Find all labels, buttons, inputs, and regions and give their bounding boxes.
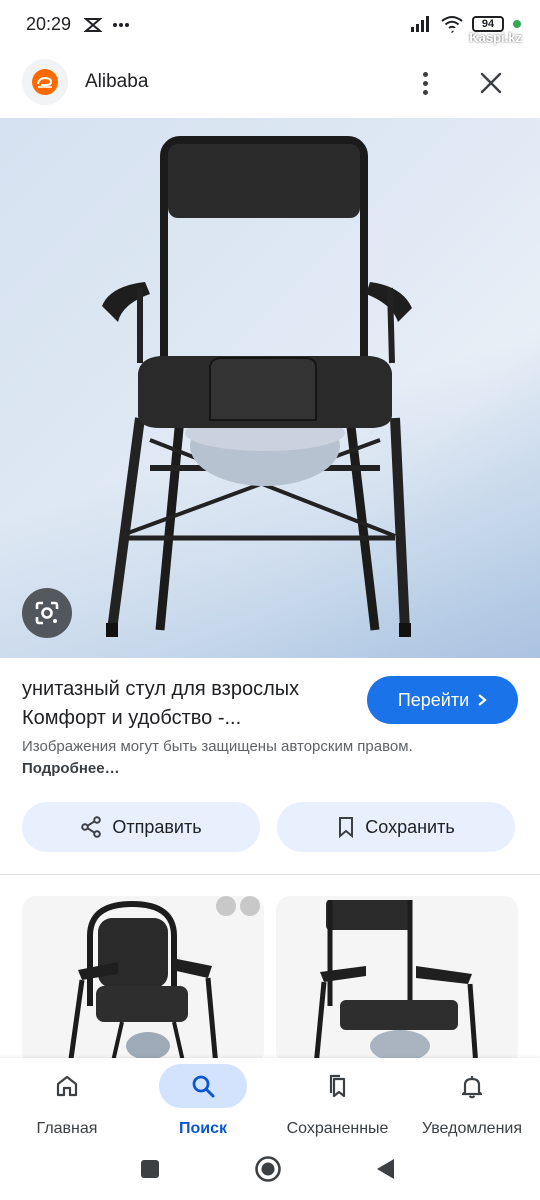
nav-saved-icon-wrap — [294, 1064, 382, 1108]
more-options-button[interactable] — [408, 64, 442, 102]
app-notification-icon — [84, 18, 102, 32]
thumb-badge-icon — [216, 896, 236, 916]
related-image-2[interactable] — [276, 896, 518, 1066]
back-system-button[interactable] — [370, 1154, 400, 1184]
nav-notifications[interactable]: Уведомления — [414, 1058, 530, 1140]
result-title-line-2: Комфорт и удобство -... — [22, 707, 242, 729]
watermark-logo-icon — [447, 28, 466, 46]
more-vert-icon — [422, 71, 428, 77]
alibaba-logo-icon — [32, 69, 58, 95]
bell-icon — [461, 1076, 483, 1099]
share-button[interactable]: Отправить — [22, 802, 260, 852]
status-bar: 20:29 94 Kaspi.kz — [0, 0, 540, 50]
home-icon — [56, 1075, 78, 1097]
home-system-button[interactable] — [253, 1154, 283, 1184]
thumb-info-icon — [240, 896, 260, 916]
nav-notifications-icon-wrap — [428, 1064, 516, 1108]
site-favicon[interactable] — [22, 59, 68, 105]
nav-search[interactable]: Поиск — [158, 1058, 248, 1140]
nav-home-label: Главная — [36, 1120, 98, 1137]
nav-search-icon-wrap — [159, 1064, 247, 1108]
signal-icon — [411, 16, 429, 32]
learn-more-link[interactable]: Подробнее… — [22, 760, 120, 777]
site-name[interactable]: Alibaba — [85, 71, 148, 93]
recent-apps-icon — [141, 1160, 159, 1178]
result-title-line-1: унитазный стул для взрослых — [22, 678, 300, 700]
chevron-right-icon — [478, 694, 487, 706]
status-time: 20:29 — [26, 14, 72, 34]
save-button[interactable]: Сохранить — [277, 802, 515, 852]
commode-chair-image — [102, 136, 412, 637]
copyright-notice: Изображения могут быть защищены авторски… — [22, 736, 422, 780]
thumb-badges — [216, 896, 260, 916]
bookmark-icon — [339, 817, 354, 838]
product-image[interactable] — [0, 118, 540, 658]
google-lens-button[interactable] — [22, 588, 72, 638]
lens-icon — [35, 601, 59, 625]
system-navigation-bar — [0, 1140, 540, 1200]
more-notifications-icon — [113, 23, 129, 27]
related-chair-image-1 — [67, 900, 219, 1066]
nav-saved-label: Сохраненные — [286, 1120, 389, 1137]
nav-home[interactable]: Главная — [22, 1058, 112, 1140]
nav-saved[interactable]: Сохраненные — [280, 1058, 395, 1140]
related-image-1[interactable] — [22, 896, 264, 1066]
nav-search-label: Поиск — [178, 1120, 227, 1137]
related-chair-image-2 — [313, 900, 479, 1066]
result-title[interactable]: унитазный стул для взрослых Комфорт и уд… — [22, 675, 352, 733]
result-header: Alibaba — [0, 50, 540, 116]
recent-apps-button[interactable] — [135, 1154, 165, 1184]
close-button[interactable] — [472, 64, 510, 102]
visit-button[interactable]: Перейти — [367, 676, 518, 724]
save-button-label: Сохранить — [365, 816, 455, 837]
search-icon — [192, 1075, 215, 1098]
nav-notifications-label: Уведомления — [421, 1120, 523, 1137]
section-divider — [0, 874, 540, 875]
bookmarks-icon — [329, 1074, 345, 1098]
back-triangle-icon — [377, 1159, 394, 1179]
visit-button-label: Перейти — [397, 689, 470, 710]
close-icon — [480, 72, 502, 94]
status-notification-icons — [84, 14, 130, 36]
share-icon — [81, 816, 102, 838]
share-button-label: Отправить — [112, 816, 202, 837]
watermark-text: Kaspi.kz — [469, 29, 522, 45]
nav-home-icon-wrap — [23, 1064, 111, 1108]
watermark: Kaspi.kz — [447, 28, 522, 46]
home-circle-icon — [255, 1156, 281, 1182]
copyright-text: Изображения могут быть защищены авторски… — [22, 738, 413, 755]
bottom-navigation: Главная Поиск Сохраненные Уведомления — [0, 1058, 540, 1140]
